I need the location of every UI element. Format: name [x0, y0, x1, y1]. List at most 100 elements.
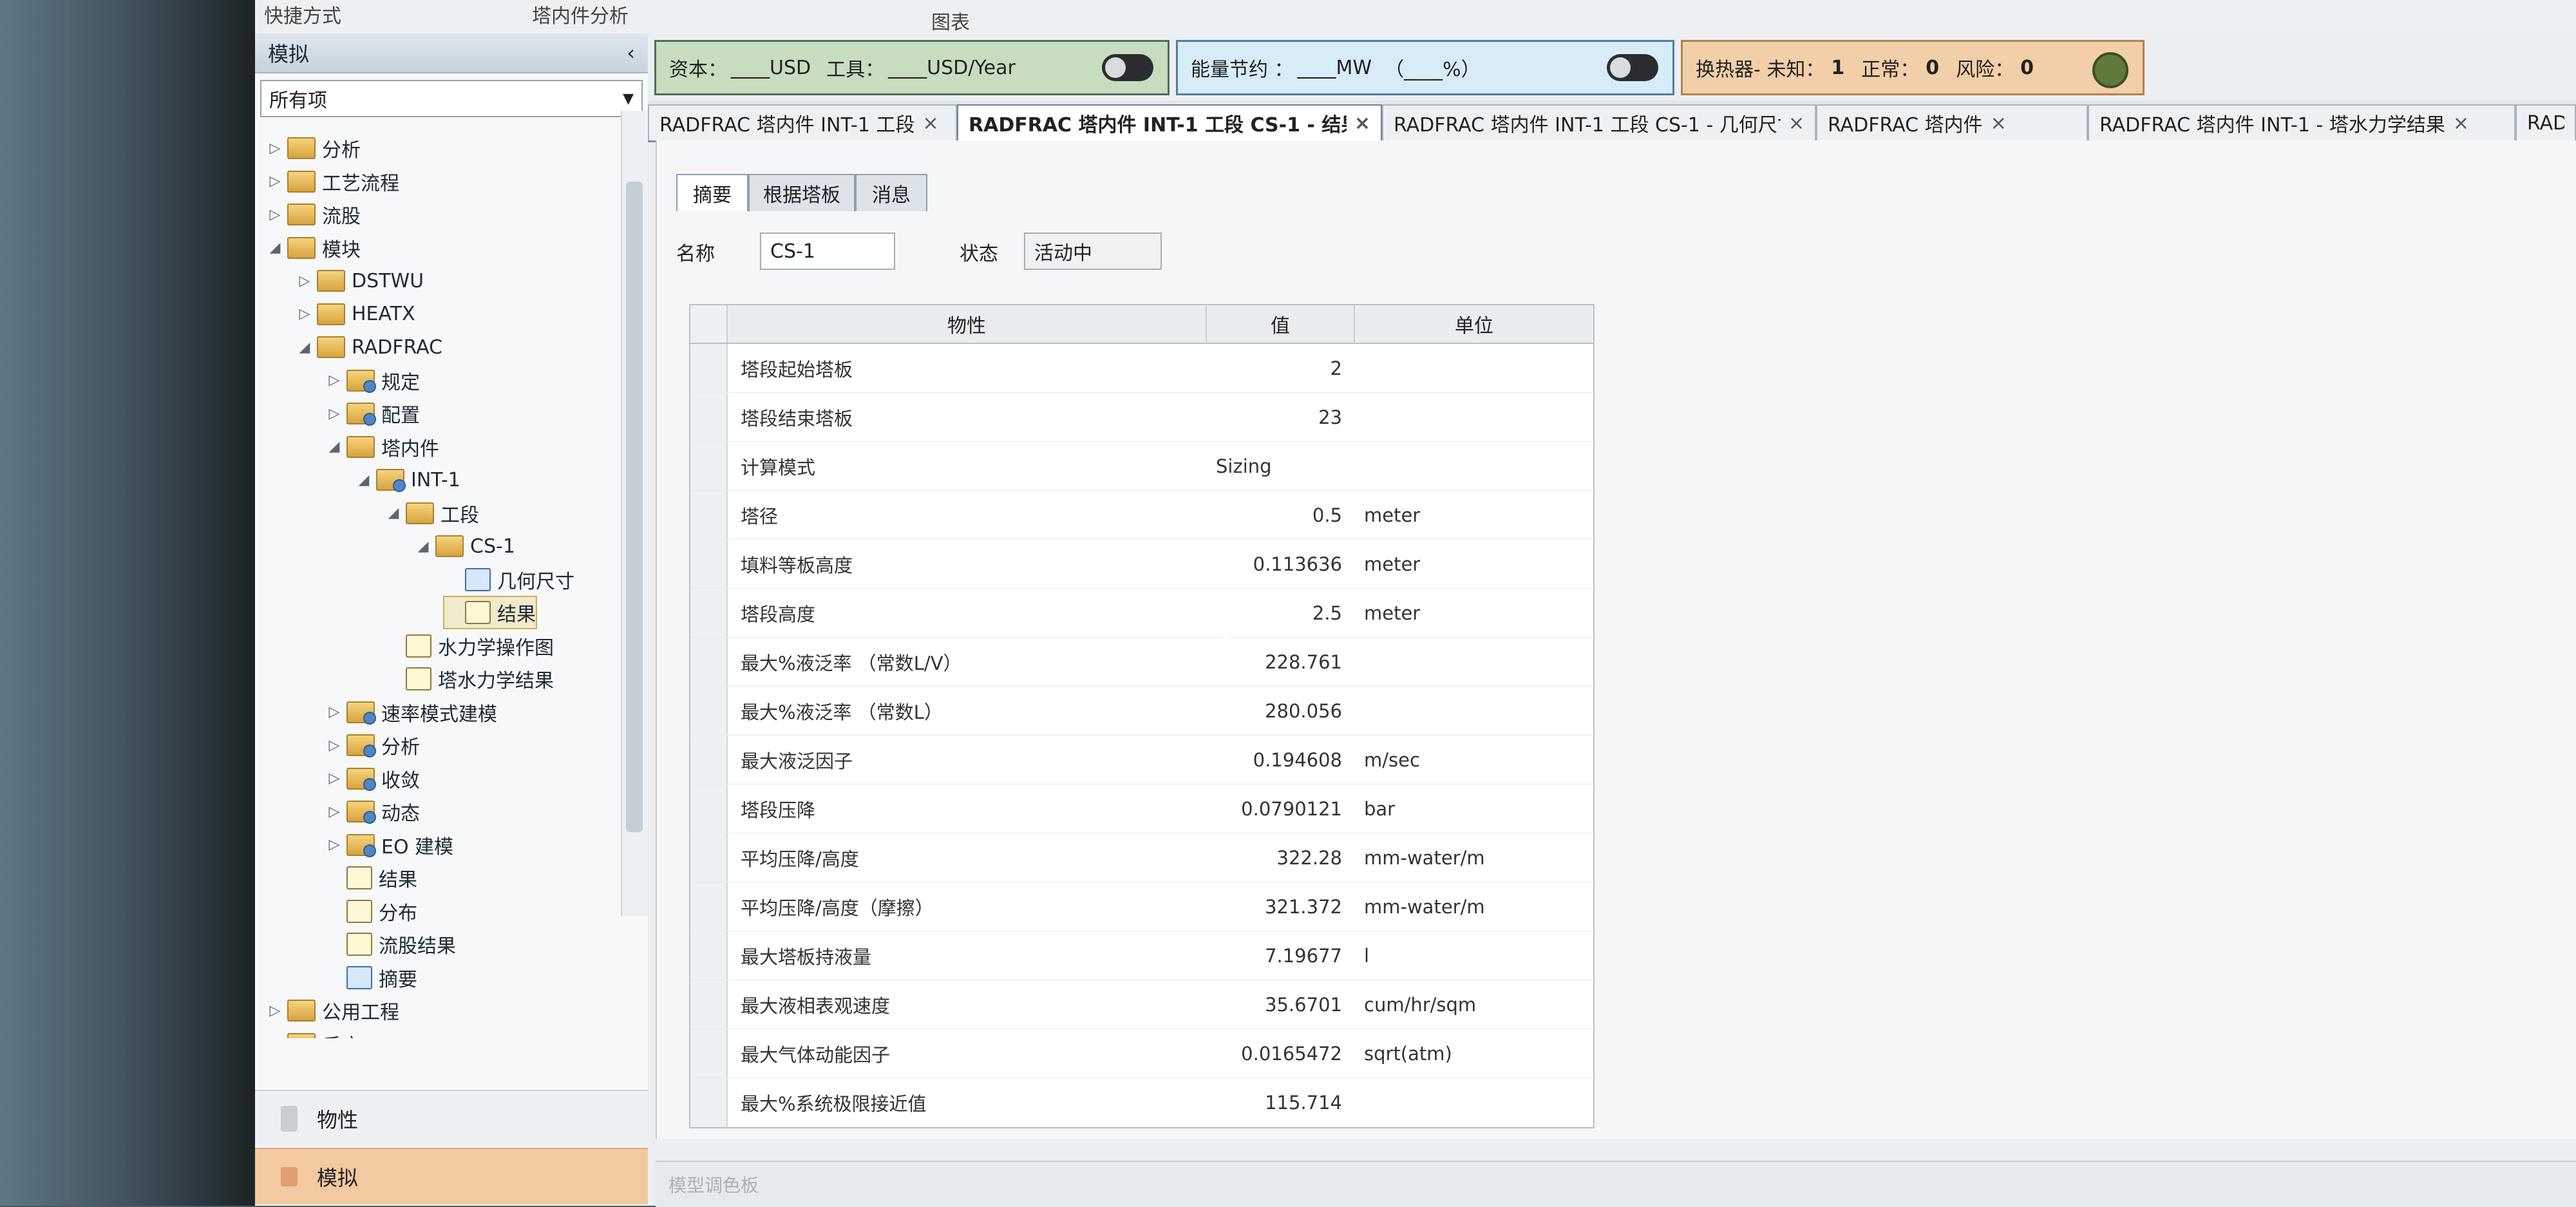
- tab-summary[interactable]: 摘要: [676, 174, 748, 211]
- expanded-arrow-icon[interactable]: ◢: [355, 472, 372, 488]
- properties-nav-button[interactable]: 物性: [255, 1090, 674, 1146]
- collapsed-arrow-icon[interactable]: ▷: [326, 704, 343, 720]
- row-header[interactable]: [690, 784, 728, 833]
- expanded-arrow-icon[interactable]: ◢: [326, 439, 343, 455]
- collapsed-arrow-icon[interactable]: ▷: [296, 273, 313, 289]
- row-header[interactable]: [690, 491, 728, 539]
- tree-item[interactable]: 水力学操作图: [385, 631, 554, 661]
- collapsed-arrow-icon[interactable]: ▷: [326, 737, 343, 754]
- table-row[interactable]: 平均压降/高度（摩擦） 321.372 mm-water/m: [690, 882, 1593, 931]
- scrollbar-thumb[interactable]: [626, 182, 643, 832]
- name-field[interactable]: CS-1: [760, 233, 895, 270]
- table-row[interactable]: 最大气体动能因子 0.0165472 sqrt(atm): [690, 1029, 1593, 1078]
- tree-item[interactable]: ◢ INT-1: [355, 464, 460, 495]
- table-row[interactable]: 塔径 0.5 meter: [690, 491, 1593, 540]
- charts-label[interactable]: 图表: [931, 6, 970, 35]
- tree-item[interactable]: ▷ 速率模式建模: [326, 697, 497, 728]
- document-tab[interactable]: RADFRAC 塔内件 INT-1 工段 ×: [648, 104, 957, 140]
- table-row[interactable]: 最大液相表观速度 35.6701 cum/hr/sqm: [690, 980, 1593, 1029]
- table-row[interactable]: 最大%系统极限接近值 115.714: [690, 1078, 1593, 1127]
- row-header[interactable]: [690, 393, 728, 441]
- close-icon[interactable]: ×: [1788, 112, 1804, 135]
- document-tab[interactable]: RADFRAC 塔内件 INT-1 工段 CS-1 - 结果 ×: [957, 104, 1382, 140]
- quick-access-label[interactable]: 快捷方式: [264, 0, 341, 28]
- tree-item[interactable]: 摘要: [326, 962, 417, 993]
- tree-item[interactable]: 分布: [326, 896, 417, 927]
- table-row[interactable]: 最大液泛因子 0.194608 m/sec: [690, 736, 1593, 784]
- table-row[interactable]: 最大%液泛率 （常数L/V） 228.761: [690, 638, 1593, 687]
- row-header[interactable]: [690, 1029, 728, 1078]
- tree-item[interactable]: 塔水力学结果: [385, 663, 554, 694]
- collapsed-arrow-icon[interactable]: ▷: [326, 770, 343, 786]
- collapsed-arrow-icon[interactable]: ▷: [267, 140, 283, 157]
- row-header[interactable]: [690, 442, 728, 490]
- table-row[interactable]: 塔段高度 2.5 meter: [690, 589, 1593, 638]
- tree-item[interactable]: ▷ 规定: [326, 365, 420, 396]
- collapse-icon[interactable]: ‹: [627, 41, 635, 65]
- tree-item[interactable]: ◢ CS-1: [415, 531, 515, 562]
- tree-item[interactable]: ▷ EO 建模: [326, 830, 453, 860]
- tree-item[interactable]: 反应: [267, 1029, 361, 1038]
- tree-item[interactable]: ▷ 动态: [326, 796, 420, 827]
- expanded-arrow-icon[interactable]: ◢: [415, 538, 431, 555]
- tree-item[interactable]: ◢ 塔内件: [326, 432, 439, 462]
- document-tab[interactable]: RADFRAC 塔内件 ×: [1816, 104, 2088, 140]
- tree-item[interactable]: 结果: [443, 596, 537, 629]
- tree-item[interactable]: ◢ 模块: [267, 233, 361, 263]
- row-header[interactable]: [690, 687, 728, 735]
- document-tab[interactable]: RADFR: [2515, 104, 2576, 140]
- collapsed-arrow-icon[interactable]: ▷: [267, 207, 283, 223]
- tree-item[interactable]: ▷ DSTWU: [296, 265, 424, 296]
- document-tab[interactable]: RADFRAC 塔内件 INT-1 - 塔水力学结果 ×: [2088, 104, 2515, 140]
- collapsed-arrow-icon[interactable]: ▷: [326, 372, 343, 388]
- hx-status-icon[interactable]: [2092, 52, 2128, 88]
- tree-item[interactable]: ▷ 分析: [267, 133, 361, 164]
- close-icon[interactable]: ×: [922, 112, 938, 135]
- tree-scrollbar[interactable]: [621, 111, 648, 916]
- table-row[interactable]: 填料等板高度 0.113636 meter: [690, 540, 1593, 589]
- table-row[interactable]: 最大塔板持液量 7.19677 l: [690, 931, 1593, 980]
- tree-item[interactable]: ◢ 工段: [385, 498, 479, 529]
- row-header[interactable]: [690, 344, 728, 392]
- document-tab[interactable]: RADFRAC 塔内件 INT-1 工段 CS-1 - 几何尺寸 ×: [1382, 104, 1816, 140]
- simulation-nav-button[interactable]: 模拟: [255, 1148, 674, 1204]
- row-header[interactable]: [690, 882, 728, 931]
- table-row[interactable]: 塔段压降 0.0790121 bar: [690, 784, 1593, 833]
- row-header[interactable]: [690, 833, 728, 882]
- close-icon[interactable]: ×: [1354, 112, 1370, 135]
- row-header[interactable]: [690, 540, 728, 588]
- cost-toggle[interactable]: [1102, 54, 1153, 81]
- collapsed-arrow-icon[interactable]: ▷: [326, 804, 343, 820]
- tree-item[interactable]: ◢ RADFRAC: [296, 332, 443, 363]
- table-row[interactable]: 塔段结束塔板 23: [690, 393, 1593, 442]
- row-header[interactable]: [690, 980, 728, 1029]
- row-header[interactable]: [690, 589, 728, 637]
- table-row[interactable]: 计算模式 Sizing: [690, 442, 1593, 491]
- tree-item[interactable]: ▷ 工艺流程: [267, 166, 399, 197]
- tab-messages[interactable]: 消息: [855, 174, 927, 211]
- collapsed-arrow-icon[interactable]: ▷: [267, 173, 283, 189]
- tree-item[interactable]: 流股结果: [326, 929, 456, 960]
- table-row[interactable]: 最大%液泛率 （常数L） 280.056: [690, 687, 1593, 736]
- tree-item[interactable]: ▷ 收敛: [326, 763, 420, 794]
- tree-item[interactable]: 几何尺寸: [444, 564, 574, 595]
- expanded-arrow-icon[interactable]: ◢: [385, 505, 402, 521]
- table-row[interactable]: 塔段起始塔板 2: [690, 344, 1593, 393]
- row-header[interactable]: [690, 931, 728, 980]
- tree-item[interactable]: ▷ 配置: [326, 398, 420, 429]
- tree-item[interactable]: ▷ 公用工程: [267, 995, 399, 1026]
- row-header[interactable]: [690, 736, 728, 784]
- close-icon[interactable]: ×: [2453, 112, 2469, 135]
- collapsed-arrow-icon[interactable]: ▷: [267, 1003, 283, 1019]
- tree-item[interactable]: 结果: [326, 862, 417, 893]
- column-analysis-label[interactable]: 塔内件分析: [532, 0, 629, 28]
- table-row[interactable]: 平均压降/高度 322.28 mm-water/m: [690, 833, 1593, 882]
- row-header[interactable]: [690, 1078, 728, 1126]
- tree-item[interactable]: ▷ 分析: [326, 730, 420, 761]
- close-icon[interactable]: ×: [1991, 112, 2007, 135]
- scope-dropdown[interactable]: 所有项 ▼: [260, 80, 643, 117]
- row-header[interactable]: [690, 638, 728, 686]
- collapsed-arrow-icon[interactable]: ▷: [296, 306, 313, 322]
- collapsed-arrow-icon[interactable]: ▷: [326, 837, 343, 853]
- collapsed-arrow-icon[interactable]: ▷: [326, 406, 343, 422]
